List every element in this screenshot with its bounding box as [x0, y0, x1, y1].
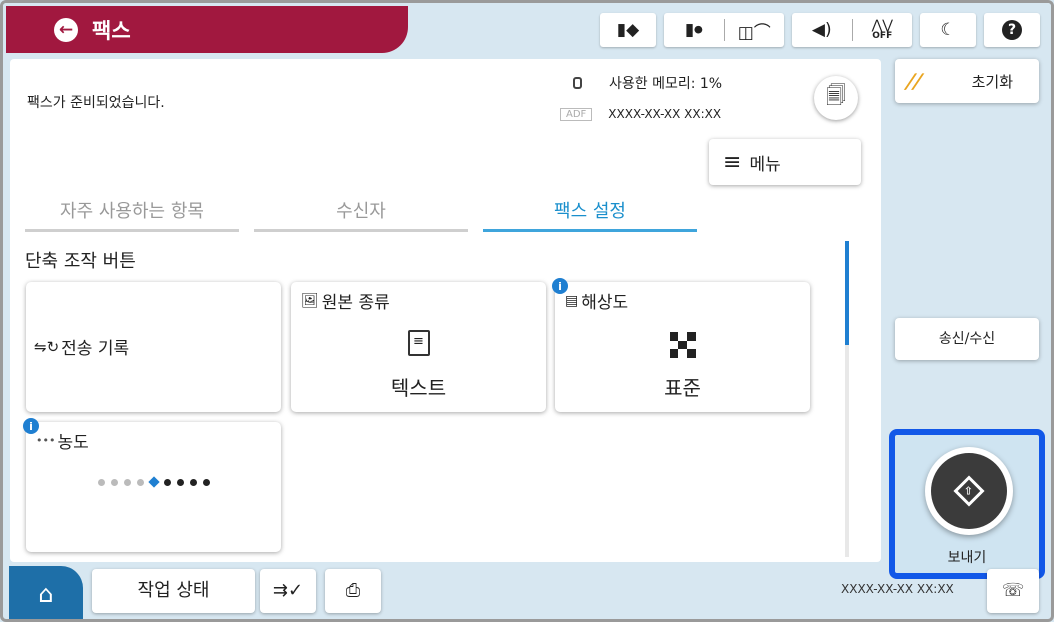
section-heading: 단축 조작 버튼 — [25, 251, 136, 272]
sound-fax-group: ◀) ⋀⋁ OFF — [792, 13, 912, 47]
density-dot — [97, 478, 105, 486]
send-area: ⇧ 보내기 — [889, 429, 1045, 579]
tile-density-title: ••• 농도 — [36, 428, 89, 453]
density-dot — [189, 478, 197, 486]
menu-button[interactable]: ≡ 메뉴 — [709, 139, 861, 185]
resolution-standard-icon — [669, 332, 696, 358]
reset-label: 초기화 — [971, 72, 1013, 91]
send-button-inner: ⇧ — [931, 453, 1007, 529]
density-dot — [202, 478, 210, 486]
tab-fax-settings[interactable]: 팩스 설정 — [483, 192, 697, 232]
scroll-thumb[interactable] — [845, 241, 849, 345]
home-icon: ⌂ — [38, 580, 54, 608]
memory-usage: 사용한 메모리: 1% — [573, 73, 722, 93]
adf-status: ADF XXXX-XX-XX XX:XX — [560, 107, 721, 121]
bottom-datetime: XXXX-XX-XX XX:XX — [841, 582, 954, 596]
tile-original-type[interactable]: 🖼 원본 종류 ≡ 텍스트 — [291, 282, 546, 412]
memory-icon — [573, 77, 582, 89]
tab-recipient[interactable]: 수신자 — [254, 192, 468, 232]
fax-off-icon[interactable]: ⋀⋁ OFF — [853, 19, 913, 41]
job-status-button[interactable]: 작업 상태 — [92, 569, 255, 613]
fax-status-message: 팩스가 준비되었습니다. — [27, 95, 165, 111]
job-list-button[interactable]: ⇉✓ — [260, 569, 316, 613]
send-button[interactable]: ⇧ — [925, 447, 1013, 535]
reset-button[interactable]: // 초기화 — [895, 59, 1039, 103]
top-bar: ← 팩스 ▮◆ ▮⏺ ◫⌒ ◀) ⋀⋁ OFF ☾ ? — [3, 3, 1051, 53]
phone-incoming-icon: ☏ — [1001, 580, 1025, 601]
status-icons: ▮◆ ▮⏺ ◫⌒ ◀) ⋀⋁ OFF ☾ ? — [600, 13, 1040, 47]
title-tab: ← 팩스 — [6, 6, 408, 53]
density-dot — [136, 478, 144, 486]
density-dot — [163, 478, 171, 486]
history-icon: ⇋↻ — [34, 337, 60, 356]
tile-resolution[interactable]: i ▤ 해상도 표준 — [552, 278, 810, 412]
hamburger-icon: ≡ — [723, 149, 742, 175]
send-label: 보내기 — [947, 550, 987, 566]
original-image-icon: 🖼 — [301, 292, 319, 309]
tile-history-label: 전송 기록 — [61, 339, 130, 359]
tab-favorites[interactable]: 자주 사용하는 항목 — [25, 192, 239, 232]
tile-resolution-title: ▤ 해상도 — [565, 288, 629, 314]
main-panel: 팩스가 준비되었습니다. 사용한 메모리: 1% ADF XXXX-XX-XX … — [10, 59, 881, 562]
text-document-icon: ≡ — [407, 330, 430, 356]
fax-receive-button[interactable]: ☏ — [987, 569, 1039, 613]
sound-icon[interactable]: ◀) — [792, 20, 852, 40]
density-dot — [123, 478, 131, 486]
printer-status-button[interactable]: ⎙ — [325, 569, 381, 613]
density-icon: ••• — [36, 434, 56, 447]
tile-resolution-value: 표준 — [664, 376, 701, 400]
tile-original-type-title: 🖼 원본 종류 — [301, 288, 390, 314]
wifi-icon[interactable]: ◫⌒ — [725, 18, 785, 43]
adf-icon: ADF — [560, 107, 593, 121]
scrollbar[interactable] — [845, 241, 849, 557]
reset-icon: // — [902, 69, 926, 93]
bottom-bar: ⌂ 작업 상태 ⇉✓ ⎙ XXXX-XX-XX XX:XX ☏ — [6, 566, 1051, 619]
job-list-icon: ⇉✓ — [272, 580, 304, 601]
job-queue-icon[interactable]: 🗐 — [814, 76, 858, 120]
tile-density-label: 농도 — [57, 433, 89, 453]
help-icon[interactable]: ? — [984, 13, 1040, 47]
page-title: 팩스 — [92, 18, 131, 43]
resolution-icon: ▤ — [565, 292, 579, 309]
start-diamond-icon: ⇧ — [953, 475, 985, 507]
density-marker — [147, 476, 160, 488]
tile-transmission-history[interactable]: ⇋↻ 전송 기록 — [26, 282, 281, 412]
send-receive-button[interactable]: 송신/수신 — [895, 318, 1039, 360]
tile-history-title: ⇋↻ 전송 기록 — [34, 334, 130, 360]
adf-datetime: XXXX-XX-XX XX:XX — [608, 107, 722, 121]
density-dot — [176, 478, 184, 486]
tile-resolution-label: 해상도 — [581, 293, 629, 313]
density-dot — [110, 478, 118, 486]
printer-icon: ⎙ — [345, 580, 361, 601]
screen-frame: ← 팩스 ▮◆ ▮⏺ ◫⌒ ◀) ⋀⋁ OFF ☾ ? 팩스가 준비되었습니다.… — [0, 0, 1054, 622]
tile-original-type-label: 원본 종류 — [321, 293, 390, 313]
home-button[interactable]: ⌂ — [9, 566, 83, 619]
memory-label: 사용한 메모리: 1% — [609, 76, 723, 92]
tile-density[interactable]: i ••• 농도 — [23, 418, 281, 552]
back-arrow-icon[interactable]: ← — [54, 17, 78, 42]
ink-cartridge-icon[interactable]: ▮◆ — [600, 13, 656, 47]
menu-label: 메뉴 — [749, 154, 781, 175]
device-status-group: ▮⏺ ◫⌒ — [664, 13, 784, 47]
tab-bar: 자주 사용하는 항목 수신자 팩스 설정 — [25, 192, 697, 232]
maintenance-box-icon[interactable]: ▮⏺ — [664, 20, 724, 40]
density-scale — [26, 476, 281, 488]
sleep-moon-icon[interactable]: ☾ — [920, 13, 976, 47]
tile-original-type-value: 텍스트 — [390, 376, 447, 400]
